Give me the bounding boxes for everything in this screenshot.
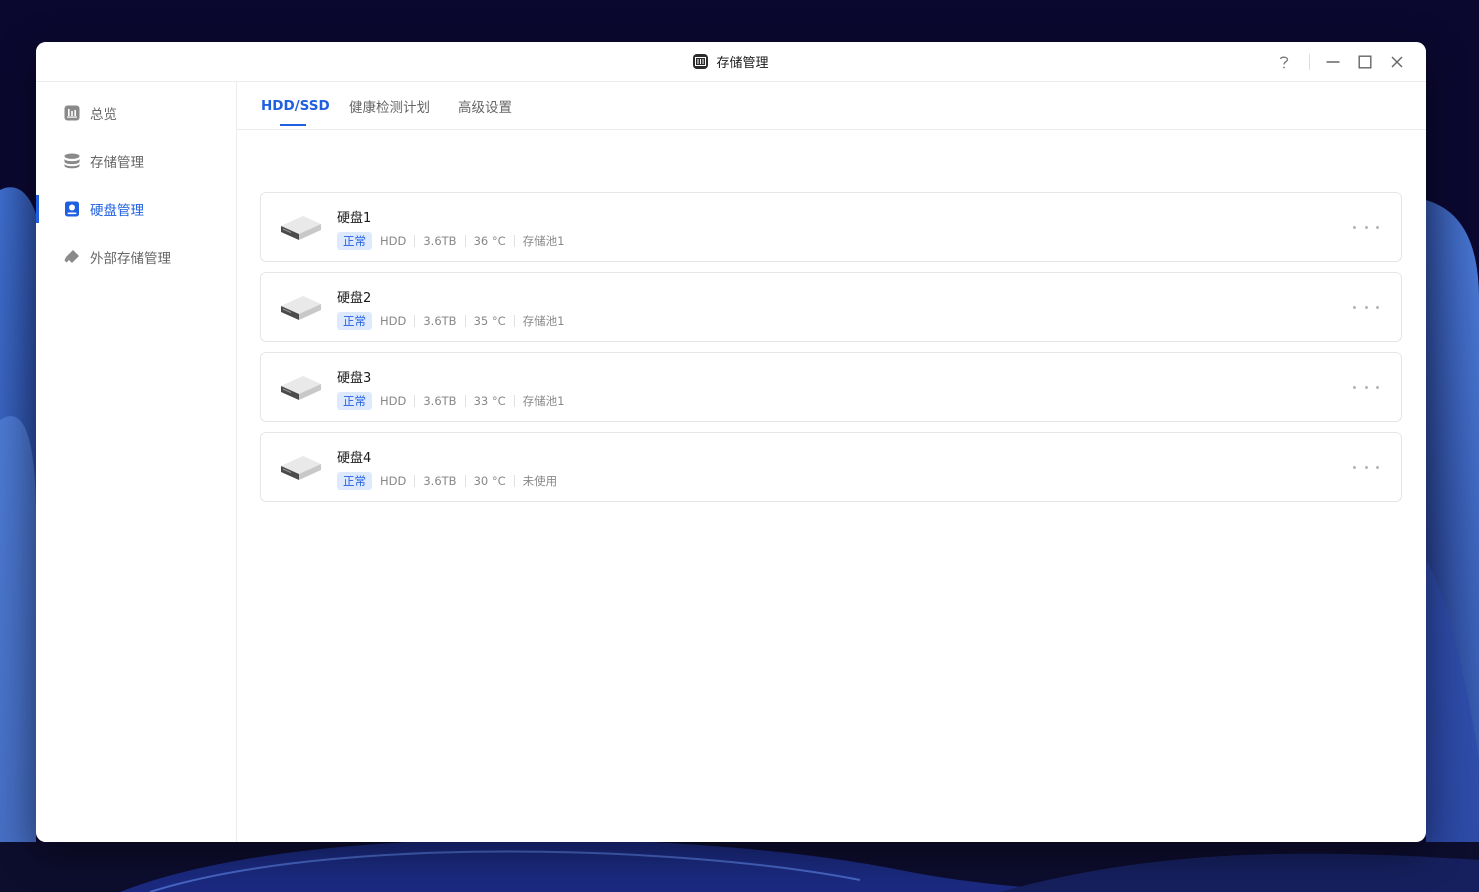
disk-card-1[interactable]: 硬盘1 正常 HDD 3.6TB 36 °C 存储池1	[260, 192, 1402, 262]
disk-meta: 正常 HDD 3.6TB 33 °C 存储池1	[337, 392, 572, 410]
help-button[interactable]	[1272, 50, 1296, 74]
more-options-button[interactable]	[1353, 217, 1379, 237]
database-icon	[63, 152, 81, 170]
disk-pool: 未使用	[513, 475, 566, 487]
close-button[interactable]	[1385, 50, 1409, 74]
tab-bar: HDD/SSD 健康检测计划 高级设置	[237, 82, 1426, 130]
sidebar-item-overview[interactable]: 总览	[36, 93, 236, 133]
more-dot-icon	[1364, 305, 1368, 309]
disk-name: 硬盘3	[337, 371, 372, 386]
hdd-device-icon	[281, 456, 321, 480]
maximize-icon	[1358, 55, 1372, 69]
disk-meta: 正常 HDD 3.6TB 30 °C 未使用	[337, 472, 565, 490]
status-badge: 正常	[337, 232, 372, 250]
disk-temperature: 33 °C	[464, 395, 514, 407]
hdd-device-icon	[281, 296, 321, 320]
sidebar-item-storage[interactable]: 存储管理	[36, 141, 236, 181]
window-title: 存储管理	[716, 56, 769, 71]
minimize-icon	[1326, 61, 1340, 63]
disk-card-3[interactable]: 硬盘3 正常 HDD 3.6TB 33 °C 存储池1	[260, 352, 1402, 422]
more-dot-icon	[1353, 305, 1356, 309]
disk-type: HDD	[380, 234, 407, 248]
more-options-button[interactable]	[1353, 457, 1379, 477]
close-icon	[1391, 56, 1403, 68]
disk-meta: 正常 HDD 3.6TB 35 °C 存储池1	[337, 312, 572, 330]
more-options-button[interactable]	[1353, 377, 1379, 397]
disk-name: 硬盘2	[337, 291, 372, 306]
disk-pool: 存储池1	[513, 315, 573, 327]
hard-disk-icon	[63, 200, 81, 218]
storage-app-icon	[693, 54, 709, 69]
main-content: HDD/SSD 健康检测计划 高级设置 硬盘1 正常 HDD 3.6TB 36 …	[237, 82, 1426, 842]
storage-manager-window: 存储管理 总览 存储管理 硬盘管理 外部存储管理 HDD/SSD 健康检测计划 …	[36, 42, 1426, 842]
disk-temperature: 30 °C	[464, 475, 514, 487]
hdd-device-icon	[281, 376, 321, 400]
active-tab-indicator	[280, 124, 306, 126]
hdd-device-icon	[281, 216, 321, 240]
control-separator	[1309, 54, 1310, 70]
status-badge: 正常	[337, 392, 372, 410]
disk-type: HDD	[380, 394, 407, 408]
more-dot-icon	[1376, 385, 1379, 389]
more-dot-icon	[1353, 225, 1356, 229]
overview-icon	[63, 104, 81, 122]
help-icon	[1279, 56, 1289, 69]
more-dot-icon	[1364, 385, 1368, 389]
disk-capacity: 3.6TB	[414, 235, 464, 247]
sidebar: 总览 存储管理 硬盘管理 外部存储管理	[36, 82, 237, 842]
status-badge: 正常	[337, 312, 372, 330]
status-badge: 正常	[337, 472, 372, 490]
sidebar-item-external-storage[interactable]: 外部存储管理	[36, 237, 236, 277]
usb-drive-icon	[63, 248, 81, 266]
more-dot-icon	[1364, 465, 1368, 469]
sidebar-item-label: 总览	[90, 107, 117, 123]
disk-type: HDD	[380, 314, 407, 328]
disk-name: 硬盘1	[337, 211, 372, 226]
sidebar-item-disk-management[interactable]: 硬盘管理	[36, 189, 236, 229]
sidebar-item-label: 硬盘管理	[90, 203, 144, 219]
disk-capacity: 3.6TB	[414, 315, 464, 327]
disk-capacity: 3.6TB	[414, 475, 464, 487]
tab-health-check-plan[interactable]: 健康检测计划	[349, 82, 430, 129]
disk-capacity: 3.6TB	[414, 395, 464, 407]
sidebar-item-label: 外部存储管理	[90, 251, 171, 267]
disk-type: HDD	[380, 474, 407, 488]
disk-name: 硬盘4	[337, 451, 372, 466]
more-dot-icon	[1376, 305, 1379, 309]
tab-hdd-ssd[interactable]: HDD/SSD	[261, 82, 330, 129]
tab-advanced-settings[interactable]: 高级设置	[458, 82, 512, 129]
disk-pool: 存储池1	[513, 395, 573, 407]
disk-pool: 存储池1	[513, 235, 573, 247]
title-bar: 存储管理	[36, 42, 1426, 82]
more-dot-icon	[1353, 385, 1356, 389]
more-dot-icon	[1364, 225, 1368, 229]
sidebar-item-label: 存储管理	[90, 155, 144, 171]
more-dot-icon	[1376, 465, 1379, 469]
disk-card-4[interactable]: 硬盘4 正常 HDD 3.6TB 30 °C 未使用	[260, 432, 1402, 502]
more-options-button[interactable]	[1353, 297, 1379, 317]
maximize-button[interactable]	[1353, 50, 1377, 74]
disk-card-2[interactable]: 硬盘2 正常 HDD 3.6TB 35 °C 存储池1	[260, 272, 1402, 342]
disk-temperature: 35 °C	[464, 315, 514, 327]
disk-temperature: 36 °C	[464, 235, 514, 247]
disk-meta: 正常 HDD 3.6TB 36 °C 存储池1	[337, 232, 572, 250]
more-dot-icon	[1376, 225, 1379, 229]
more-dot-icon	[1353, 465, 1356, 469]
minimize-button[interactable]	[1321, 50, 1345, 74]
